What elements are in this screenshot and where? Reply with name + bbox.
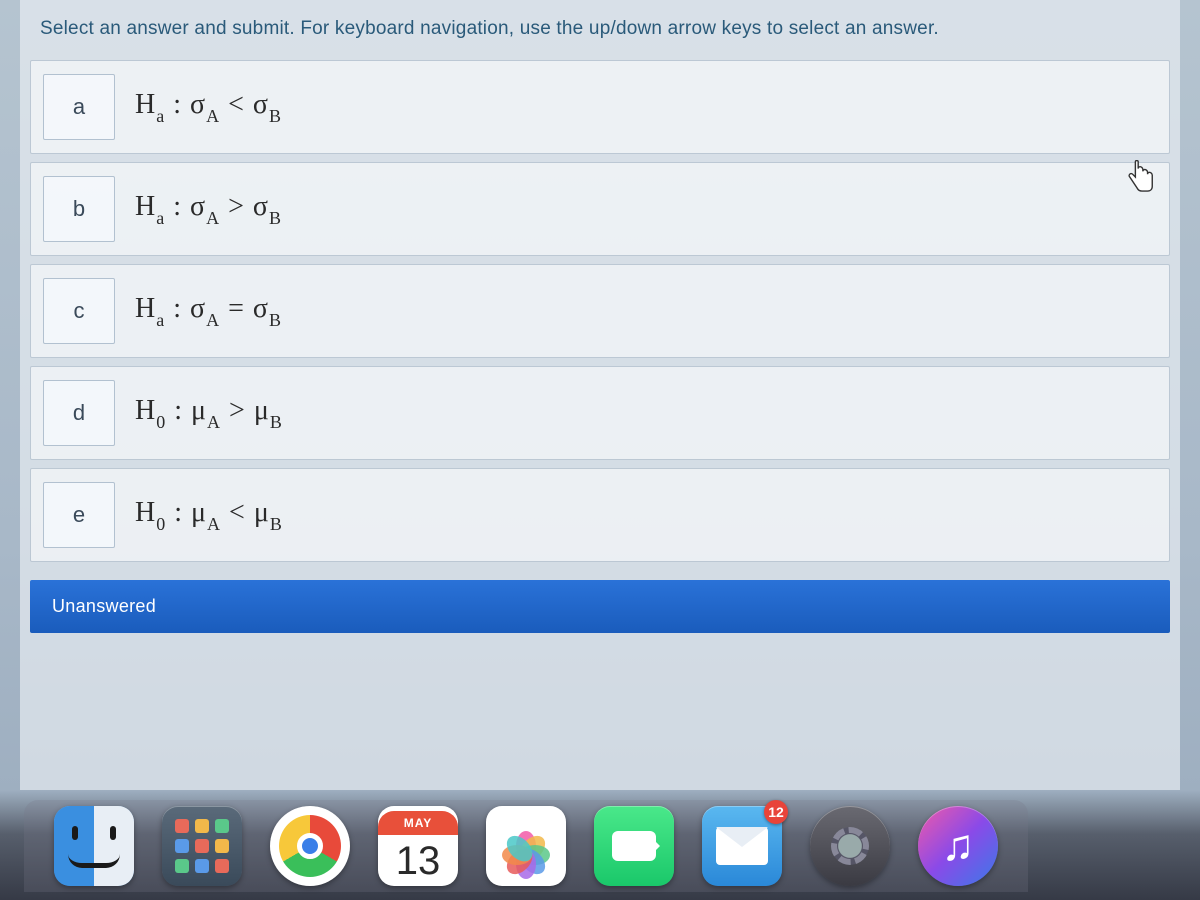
launchpad-icon[interactable] [162,806,242,886]
option-b[interactable]: b Ha : σA > σB [30,162,1170,256]
option-formula: Ha : σA = σB [127,293,282,329]
system-preferences-icon[interactable] [810,806,890,886]
mail-icon[interactable]: 12 [702,806,782,886]
options-list: a Ha : σA < σB b Ha : σA > σB c Ha [20,60,1180,562]
option-letter: c [43,278,115,344]
option-letter: a [43,74,115,140]
option-letter: e [43,482,115,548]
facetime-icon[interactable] [594,806,674,886]
instruction-text: Select an answer and submit. For keyboar… [20,0,1180,60]
option-formula: H0 : μA > μB [127,395,283,431]
photos-icon[interactable] [486,806,566,886]
dock: MAY 13 12 ♫ [24,800,1028,892]
mail-badge: 12 [764,800,788,824]
option-formula: Ha : σA > σB [127,191,282,227]
calendar-icon[interactable]: MAY 13 [378,806,458,886]
itunes-icon[interactable]: ♫ [918,806,998,886]
option-formula: Ha : σA < σB [127,89,282,125]
chrome-icon[interactable] [270,806,350,886]
quiz-panel: Select an answer and submit. For keyboar… [20,0,1180,790]
calendar-month: MAY [378,811,458,835]
calendar-day: 13 [396,835,441,881]
option-letter: b [43,176,115,242]
finder-icon[interactable] [54,806,134,886]
status-unanswered: Unanswered [30,580,1170,633]
option-e[interactable]: e H0 : μA < μB [30,468,1170,562]
dock-background: MAY 13 12 ♫ [0,790,1200,900]
option-c[interactable]: c Ha : σA = σB [30,264,1170,358]
option-d[interactable]: d H0 : μA > μB [30,366,1170,460]
option-formula: H0 : μA < μB [127,497,283,533]
option-letter: d [43,380,115,446]
option-a[interactable]: a Ha : σA < σB [30,60,1170,154]
